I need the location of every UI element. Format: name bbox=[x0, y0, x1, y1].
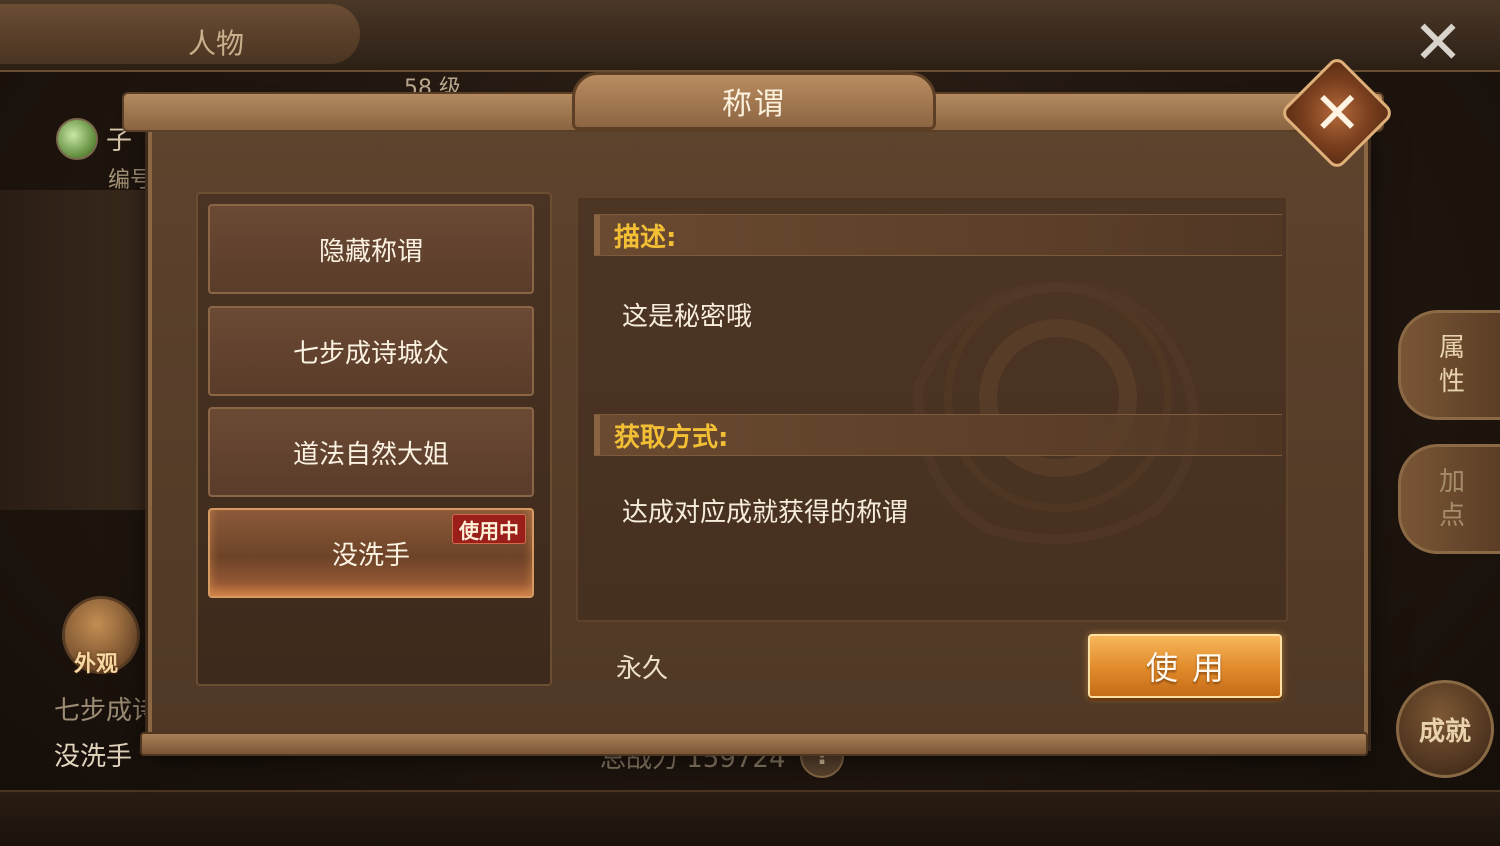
title-item-label: 隐藏称谓 bbox=[318, 236, 423, 267]
dialog-title: 称谓 bbox=[722, 87, 786, 122]
title-duration: 永久 bbox=[616, 654, 669, 684]
in-use-badge: 使用中 bbox=[452, 514, 526, 544]
title-item-hidden[interactable]: 隐藏称谓 bbox=[208, 204, 534, 294]
dragon-watermark-icon bbox=[913, 281, 1199, 545]
acquire-header: 获取方式: bbox=[594, 414, 1282, 456]
acquire-header-label: 获取方式: bbox=[614, 422, 729, 453]
close-icon: ✕ bbox=[1312, 78, 1362, 147]
use-button-label: 使用 bbox=[1145, 649, 1238, 687]
side-tab-points-label: 加点 bbox=[1438, 467, 1465, 531]
title-item-label: 七步成诗城众 bbox=[292, 338, 449, 369]
title-detail-panel bbox=[576, 196, 1288, 622]
achievement-label: 成就 bbox=[1418, 716, 1471, 747]
description-header: 描述: bbox=[594, 214, 1282, 256]
page-close-icon[interactable]: ✕ bbox=[1405, 10, 1471, 76]
description-text: 这是秘密哦 bbox=[622, 302, 753, 332]
side-tab-points[interactable]: 加点 bbox=[1398, 444, 1500, 554]
side-tab-attributes-label: 属性 bbox=[1438, 333, 1465, 397]
dialog-title-plate: 称谓 bbox=[572, 72, 936, 130]
title-item-poet[interactable]: 七步成诗城众 bbox=[208, 306, 534, 396]
faction-icon bbox=[56, 118, 98, 160]
character-tab[interactable]: 人物 bbox=[0, 4, 360, 64]
character-preview-panel bbox=[0, 190, 150, 510]
description-header-label: 描述: bbox=[614, 222, 677, 253]
title-item-selected[interactable]: 没洗手 使用中 bbox=[208, 508, 534, 598]
title-item-label: 道法自然大姐 bbox=[292, 439, 449, 470]
appearance-label: 外观 bbox=[74, 652, 119, 677]
title-item-taoist[interactable]: 道法自然大姐 bbox=[208, 407, 534, 497]
player-title-line1: 七步成诗 bbox=[54, 696, 159, 726]
achievement-button[interactable]: 成就 bbox=[1396, 680, 1494, 778]
use-button[interactable]: 使用 bbox=[1088, 634, 1282, 698]
character-tab-label: 人物 bbox=[188, 27, 245, 60]
player-title-line2: 没洗手 bbox=[54, 742, 133, 772]
bottom-bar bbox=[0, 790, 1500, 846]
in-use-badge-label: 使用中 bbox=[459, 518, 519, 543]
title-item-label: 没洗手 bbox=[331, 540, 410, 571]
acquire-text: 达成对应成就获得的称谓 bbox=[622, 498, 909, 528]
side-tab-attributes[interactable]: 属性 bbox=[1398, 310, 1500, 420]
dialog-frame-bottom bbox=[140, 732, 1368, 756]
